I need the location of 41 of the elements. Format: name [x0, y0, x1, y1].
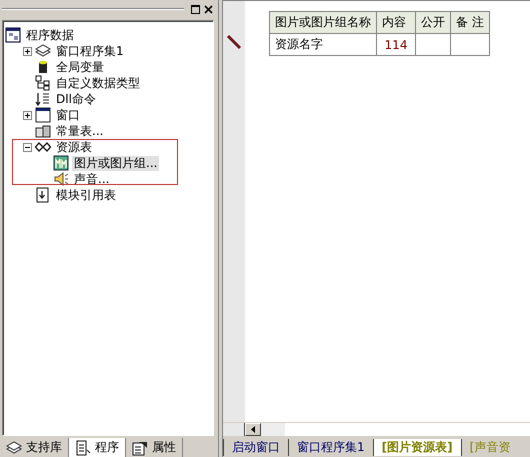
- close-button[interactable]: [203, 4, 214, 14]
- column-header: 内容: [376, 12, 416, 34]
- table-icon: [5, 27, 21, 43]
- tree-item[interactable]: 自定义数据类型: [54, 76, 142, 90]
- tree-item[interactable]: 程序数据: [24, 28, 76, 42]
- tree-item[interactable]: 窗口程序集1: [54, 44, 126, 58]
- image-icon: [53, 155, 69, 171]
- column-header: 备 注: [450, 12, 490, 34]
- window-icon: [35, 107, 51, 123]
- table-cell: 114: [376, 34, 416, 56]
- speaker-icon: [53, 171, 69, 187]
- tree-item[interactable]: 常量表...: [54, 124, 106, 138]
- cylinders-icon: [35, 123, 51, 139]
- document-tab[interactable]: [图片资源表]: [372, 439, 461, 456]
- code-page-icon: [75, 440, 91, 456]
- table-cell: 资源名字: [270, 34, 376, 56]
- document-tab[interactable]: 启动窗口: [223, 439, 288, 456]
- document-icon: [35, 187, 51, 203]
- diamonds-icon: [35, 139, 51, 155]
- tree-item[interactable]: 图片或图片组...: [72, 156, 160, 170]
- scroll-left-button[interactable]: [245, 423, 261, 436]
- panel-tab[interactable]: 程序: [69, 438, 126, 457]
- pencil-icon: [227, 35, 241, 49]
- list-arrow-icon: [35, 91, 51, 107]
- tree-item[interactable]: 声音...: [72, 172, 112, 186]
- property-page-icon: [132, 440, 148, 456]
- column-header: 图片或图片组名称: [270, 12, 376, 34]
- collapse-toggle[interactable]: [23, 142, 32, 152]
- books-icon: [6, 440, 22, 456]
- stack-icon: [35, 43, 51, 59]
- tree-item[interactable]: 全局变量: [54, 60, 106, 74]
- left-arrow-icon: [251, 426, 255, 433]
- expand-toggle[interactable]: [23, 110, 32, 120]
- hierarchy-icon: [35, 75, 51, 91]
- expand-toggle[interactable]: [23, 46, 32, 56]
- column-header: 公开: [416, 12, 450, 34]
- tree-item[interactable]: 窗口: [54, 108, 82, 122]
- tree-item[interactable]: 模块引用表: [54, 188, 118, 202]
- tree-item[interactable]: 资源表: [54, 140, 94, 154]
- tree-item[interactable]: Dll命令: [54, 92, 98, 106]
- maximize-button[interactable]: [190, 4, 201, 14]
